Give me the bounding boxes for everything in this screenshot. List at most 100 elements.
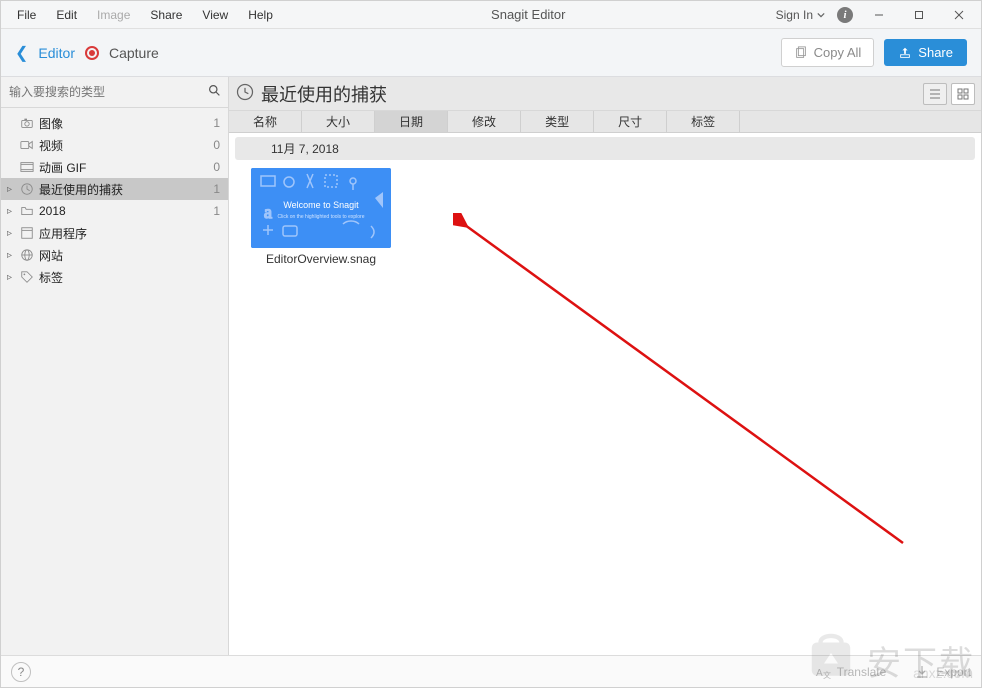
sort-tab-5[interactable]: 尺寸 [594, 111, 667, 132]
menubar-right: Sign In i [776, 5, 973, 25]
svg-text:A: A [816, 668, 823, 679]
capture-link[interactable]: Capture [109, 45, 159, 61]
sidebar-item-count: 1 [213, 116, 220, 130]
sidebar-item-7[interactable]: ▹ 标签 [1, 266, 228, 288]
expand-arrow-icon: ▹ [7, 228, 19, 239]
sidebar-item-label: 动画 GIF [39, 159, 213, 176]
menu-file[interactable]: File [9, 4, 44, 26]
thumbnail-label: EditorOverview.snag [266, 252, 376, 266]
search-icon[interactable] [206, 84, 222, 100]
expand-arrow-icon: ▹ [7, 250, 19, 261]
record-icon [85, 46, 99, 60]
help-button[interactable]: ? [11, 662, 31, 682]
search-row [1, 77, 228, 108]
sidebar-item-count: 1 [213, 182, 220, 196]
editor-link[interactable]: Editor [38, 45, 75, 61]
svg-text:Welcome to Snagit: Welcome to Snagit [283, 200, 359, 210]
sidebar-item-label: 标签 [39, 269, 220, 286]
close-button[interactable] [945, 5, 973, 25]
share-button[interactable]: Share [884, 39, 967, 66]
minimize-button[interactable] [865, 5, 893, 25]
sidebar-item-4[interactable]: ▹ 20181 [1, 200, 228, 222]
sidebar-tree: 图像1视频0动画 GIF0▹最近使用的捕获1▹20181▹应用程序▹网站▹标签 [1, 108, 228, 292]
app-title: Snagit Editor [281, 7, 776, 22]
sidebar: 图像1视频0动画 GIF0▹最近使用的捕获1▹20181▹应用程序▹网站▹标签 [1, 77, 229, 655]
sort-tabs: 名称大小日期修改类型尺寸标签 [229, 111, 981, 133]
toolbar: ❮ Editor Capture Copy All Share [1, 29, 981, 77]
export-icon [914, 664, 930, 680]
gif-icon [19, 160, 35, 174]
list-view-button[interactable] [923, 83, 947, 105]
copy-icon [794, 46, 808, 60]
menu-image[interactable]: Image [89, 4, 138, 26]
folder-icon [19, 204, 35, 218]
content-title: 最近使用的捕获 [261, 81, 923, 107]
sidebar-item-label: 图像 [39, 115, 213, 132]
menu-share[interactable]: Share [142, 4, 190, 26]
sidebar-item-label: 网站 [39, 247, 220, 264]
statusbar: ? A文 Translate Export [1, 655, 981, 687]
signin-label: Sign In [776, 8, 813, 22]
sort-tab-6[interactable]: 标签 [667, 111, 740, 132]
thumbnail-item[interactable]: a Welcome to Snagit Click on the highlight… [251, 168, 391, 266]
menubar-items: FileEditImageShareViewHelp [9, 4, 281, 26]
tag-icon [19, 270, 35, 284]
sort-tab-3[interactable]: 修改 [448, 111, 521, 132]
sidebar-item-count: 0 [213, 160, 220, 174]
sidebar-item-label: 2018 [39, 204, 213, 218]
info-icon[interactable]: i [837, 7, 853, 23]
thumbnail-image: a Welcome to Snagit Click on the highlight… [251, 168, 391, 248]
sort-tab-4[interactable]: 类型 [521, 111, 594, 132]
expand-arrow-icon: ▹ [7, 272, 19, 283]
sidebar-item-1[interactable]: 视频0 [1, 134, 228, 156]
expand-arrow-icon: ▹ [7, 184, 19, 195]
search-input[interactable] [7, 81, 206, 103]
svg-text:文: 文 [823, 670, 831, 680]
globe-icon [19, 248, 35, 262]
translate-label: Translate [837, 665, 887, 679]
sidebar-item-count: 0 [213, 138, 220, 152]
sidebar-item-0[interactable]: 图像1 [1, 112, 228, 134]
sort-tab-2[interactable]: 日期 [375, 111, 448, 132]
sidebar-item-6[interactable]: ▹ 网站 [1, 244, 228, 266]
translate-icon: A文 [815, 664, 831, 680]
content: 最近使用的捕获 名称大小日期修改类型尺寸标签 11月 7, 2018 a Welc… [229, 77, 981, 655]
view-toggles [923, 83, 975, 105]
signin-link[interactable]: Sign In [776, 8, 825, 22]
svg-text:a: a [264, 202, 272, 222]
sidebar-item-2[interactable]: 动画 GIF0 [1, 156, 228, 178]
export-label: Export [936, 665, 971, 679]
clock-icon [19, 182, 35, 196]
share-icon [898, 46, 912, 60]
video-icon [19, 138, 35, 152]
sidebar-item-5[interactable]: ▹应用程序 [1, 222, 228, 244]
expand-arrow-icon: ▹ [7, 206, 19, 217]
sort-tab-0[interactable]: 名称 [229, 111, 302, 132]
thumbnail-grid: a Welcome to Snagit Click on the highlight… [235, 168, 975, 266]
menu-view[interactable]: View [194, 4, 236, 26]
group-date-header: 11月 7, 2018 [235, 137, 975, 160]
menu-edit[interactable]: Edit [48, 4, 85, 26]
camera-icon [19, 116, 35, 130]
main-area: 图像1视频0动画 GIF0▹最近使用的捕获1▹20181▹应用程序▹网站▹标签 … [1, 77, 981, 655]
sidebar-item-3[interactable]: ▹ 最近使用的捕获1 [1, 178, 228, 200]
chevron-down-icon [817, 11, 825, 19]
content-body: 11月 7, 2018 a Welcome to Snagit Click on t… [229, 133, 981, 655]
grid-view-button[interactable] [951, 83, 975, 105]
sidebar-item-count: 1 [213, 204, 220, 218]
sidebar-item-label: 视频 [39, 137, 213, 154]
menu-help[interactable]: Help [240, 4, 281, 26]
svg-text:Click on the highlighted tools: Click on the highlighted tools to explor… [278, 214, 365, 220]
export-button[interactable]: Export [914, 664, 971, 680]
back-chevron-icon[interactable]: ❮ [15, 43, 28, 63]
sidebar-item-label: 最近使用的捕获 [39, 181, 213, 198]
maximize-button[interactable] [905, 5, 933, 25]
translate-button[interactable]: A文 Translate [815, 664, 887, 680]
content-header: 最近使用的捕获 [229, 77, 981, 111]
copy-all-button[interactable]: Copy All [781, 38, 875, 67]
sort-tab-1[interactable]: 大小 [302, 111, 375, 132]
app-icon [19, 226, 35, 240]
share-label: Share [918, 45, 953, 60]
clock-icon [235, 82, 255, 105]
menubar: FileEditImageShareViewHelp Snagit Editor… [1, 1, 981, 29]
